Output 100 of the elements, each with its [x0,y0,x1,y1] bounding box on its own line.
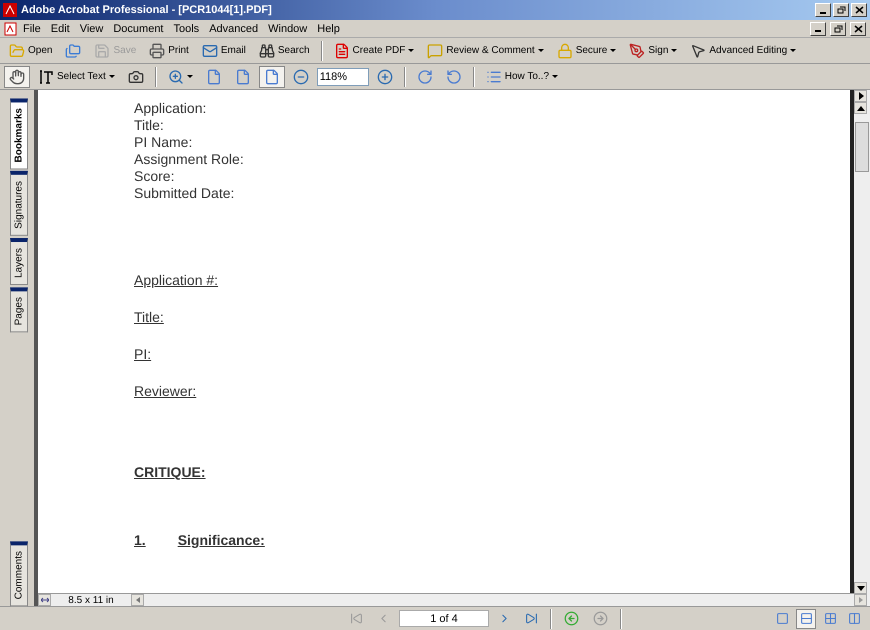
section-heading: Title: [134,309,165,326]
menu-item[interactable]: Edit [46,22,74,34]
window-title: Adobe Acrobat Professional - [PCR1044[1].PDF] [21,4,273,16]
pointer-icon [690,42,706,58]
two-columns-icon [848,612,860,625]
close-icon [854,6,864,14]
field-label: Score: [134,168,176,185]
page-size-label: 8.5 x 11 in [67,594,115,606]
close-button[interactable] [851,3,867,17]
restore-button[interactable] [833,3,849,17]
section-title: Significance: [178,532,265,548]
lock-icon [556,42,573,58]
list-icon [486,68,502,84]
minimize-button[interactable] [815,3,831,17]
page-icon [206,68,222,84]
restore-button[interactable] [830,22,846,36]
pdf-app-icon [3,3,17,17]
tool-button[interactable]: Email [196,40,251,62]
scrollbar-thumb[interactable] [855,122,869,172]
tool-button[interactable]: Review & Comment [422,40,549,62]
side-tab[interactable]: Bookmarks [10,98,28,170]
side-tab[interactable]: Layers [10,238,28,286]
tool-button[interactable]: Secure [552,40,622,62]
caret-icon [538,49,544,52]
right-arrow-icon [858,597,864,603]
close-button[interactable] [850,22,866,36]
split-arrows-icon [40,596,48,604]
side-tab[interactable]: Pages [10,287,28,333]
field-label: Title: [134,117,165,134]
caret-icon [671,49,678,52]
tool-button[interactable]: Print [144,40,194,62]
tool-button[interactable]: Open [4,40,58,62]
page-layout-button[interactable] [796,608,816,628]
single-page-icon [776,612,788,625]
minimize-icon [815,30,821,32]
zoom-in-icon [376,68,393,84]
binoculars-icon [258,42,275,58]
close-icon [854,24,862,32]
page-number-field[interactable]: 1 of 4 [399,610,489,627]
scroll-left-button[interactable] [131,594,144,606]
icon-button[interactable] [4,66,30,88]
side-tab[interactable]: Comments [10,540,28,606]
scroll-down-button[interactable] [854,582,867,594]
speech-bubble-icon [427,42,444,58]
field-label: PI Name: [134,134,194,151]
side-tab[interactable]: Signatures [10,171,28,236]
tool-button[interactable]: Advanced Editing [685,40,802,62]
right-arrow-icon [858,92,864,100]
section-heading: PI: [134,346,152,363]
menu-item[interactable]: Advanced [205,22,262,34]
menu-item[interactable]: Help [313,22,344,34]
up-arrow-icon [856,106,864,110]
zoom-out-icon [292,68,309,84]
rotate-clockwise-icon [416,68,433,84]
open-folder-icon [9,42,25,58]
continuous-pages-icon [800,612,812,625]
pane-toggle-button[interactable] [854,90,867,102]
icon-button[interactable] [258,66,285,88]
pdf-file-icon [334,42,350,58]
caret-icon [408,49,414,52]
menu-item[interactable]: Document [109,22,168,34]
critique-heading: CRITIQUE: [134,464,207,480]
rotate-counterclockwise-icon [446,68,462,84]
zoom-field[interactable]: 118% [316,68,369,86]
tool-button[interactable]: Select Text [33,66,120,88]
grid-icon [824,612,836,625]
caret-icon [108,75,115,78]
tool-button[interactable]: Create PDF [328,40,420,62]
zoom-in-icon [168,68,184,84]
menu-item[interactable]: Tools [170,22,204,34]
section-heading: Reviewer: [134,383,198,400]
caret-icon [552,75,558,78]
fit-page-icon [234,68,251,84]
split-handle[interactable] [38,594,51,606]
fit-width-icon [264,68,280,84]
last-page-icon [525,612,538,625]
pdf-document-icon [4,22,17,36]
menu-item[interactable]: File [19,22,45,34]
down-arrow-icon [856,586,864,590]
caret-icon [186,75,193,78]
caret-icon [790,49,796,52]
left-arrow-icon [134,597,140,603]
section-heading: Application #: [134,272,220,289]
camera-icon [128,68,144,84]
restore-icon [834,24,842,32]
first-page-icon [350,612,363,625]
scroll-up-button[interactable] [854,102,867,114]
menu-item[interactable]: View [76,22,108,34]
field-label: Submitted Date: [134,185,236,202]
caret-icon [610,49,616,52]
field-label: Application: [134,100,208,117]
minimize-icon [820,12,826,14]
section-number: 1. [134,532,146,548]
hand-icon [9,68,25,84]
menu-item[interactable]: Window [264,22,312,34]
tool-button[interactable]: How To..? [480,66,564,88]
tool-button[interactable]: Sign [624,40,682,62]
minimize-button[interactable] [810,22,826,36]
envelope-icon [202,42,218,58]
tool-button[interactable]: Search [254,40,315,62]
